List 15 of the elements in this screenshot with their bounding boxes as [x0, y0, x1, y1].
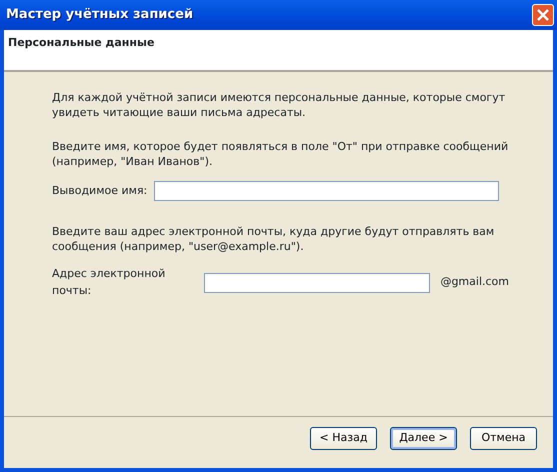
input-field[interactable] — [154, 181, 499, 201]
window-title: Мастер учётных записей — [6, 6, 194, 24]
field-label: Выводимое имя: — [52, 182, 148, 199]
page-title: Персональные данные — [8, 35, 156, 51]
wizard-button[interactable]: Далее > — [390, 427, 457, 450]
input-field[interactable] — [204, 272, 430, 292]
domain-suffix: @gmail.com — [440, 274, 509, 290]
intro-text: Для каждой учётной записи имеются персональные данные, которые смогут увидеть читающие ваши письма адресаты. — [52, 90, 506, 120]
close-button[interactable] — [532, 4, 554, 26]
wizard-button[interactable]: Отмена — [470, 427, 537, 450]
instruction-text: Введите имя, которое будет появляться в поле "От" при отправке сообщений (например, "Иван Иванов"). — [52, 139, 509, 169]
instruction-text: Введите ваш адрес электронной почты, куда другие будут отправлять вам сообщения (например, "user@example.ru"). — [52, 224, 496, 254]
close-icon — [537, 9, 549, 21]
field-label: Адрес электронной почты: — [52, 266, 166, 298]
wizard-button[interactable]: < Назад — [310, 427, 377, 450]
